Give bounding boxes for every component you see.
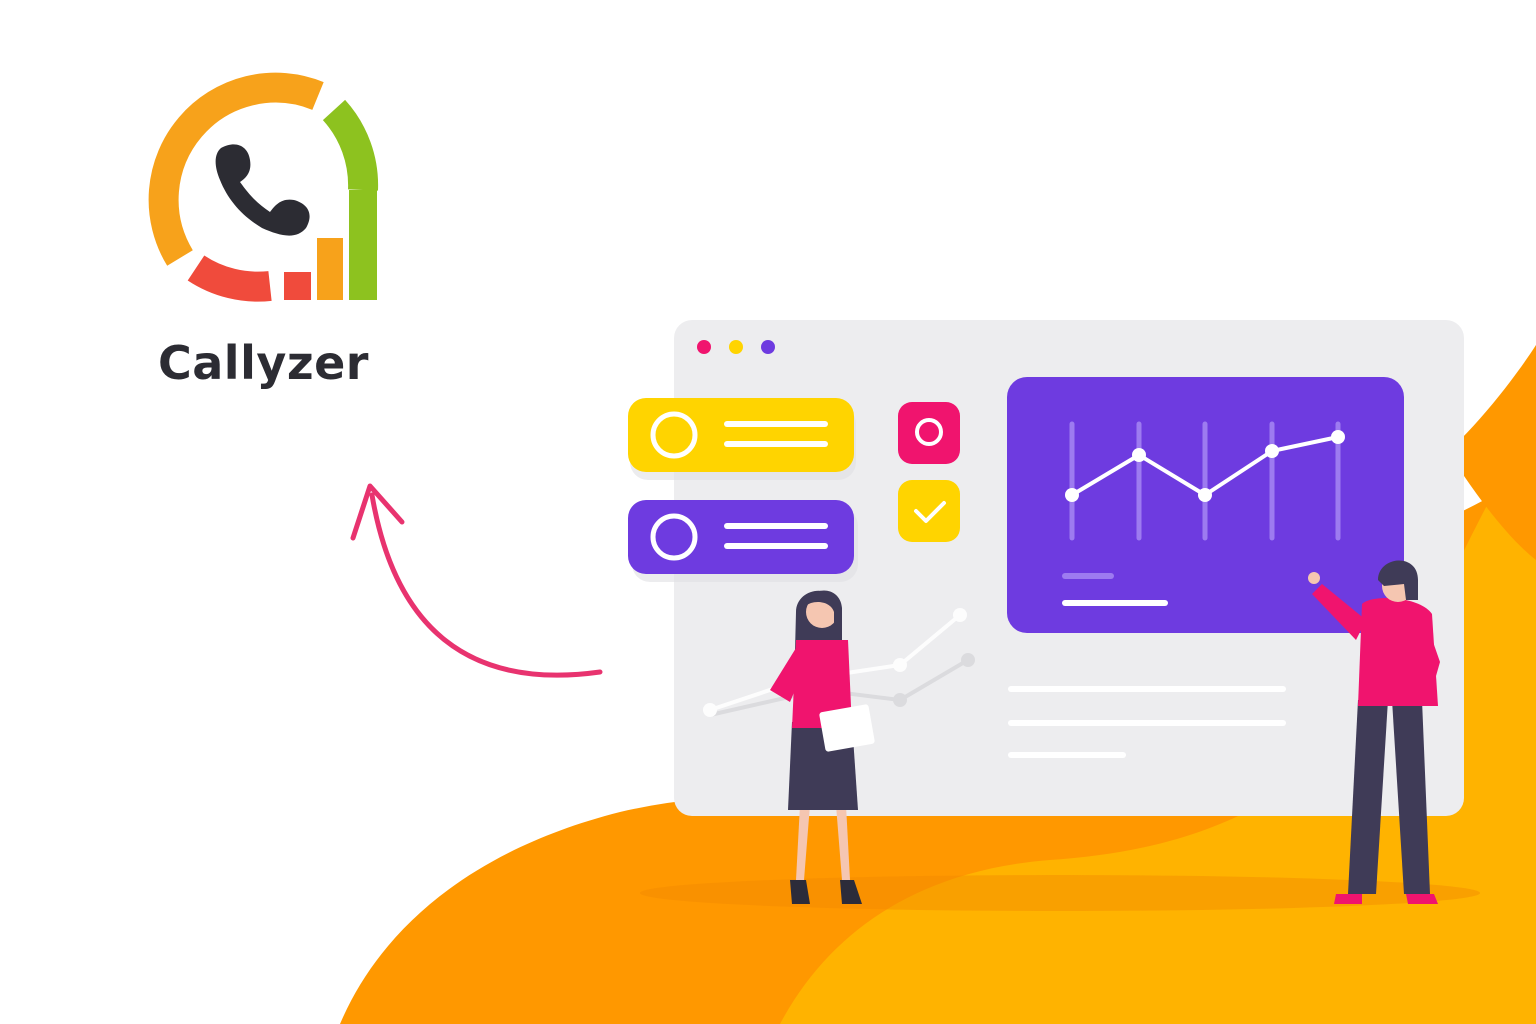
callyzer-logo <box>148 72 379 302</box>
clipboard <box>819 704 875 752</box>
logo-red-arc <box>187 255 272 302</box>
illustration-canvas <box>148 72 1536 1024</box>
brand-name: Callyzer <box>158 336 369 390</box>
logo-bar-orange <box>317 238 343 300</box>
pink-tile <box>898 402 960 464</box>
window-dot-purple <box>761 340 775 354</box>
yellow-card <box>628 398 854 472</box>
logo-green-bar <box>349 190 377 300</box>
logo-bar-red <box>284 272 311 300</box>
yellow-tile <box>898 480 960 542</box>
logo-green-arc <box>322 99 379 191</box>
window-dot-pink <box>697 340 711 354</box>
chart-card <box>1007 377 1404 633</box>
curved-arrow <box>350 483 603 678</box>
purple-card <box>628 500 854 574</box>
hero-banner: Callyzer <box>0 0 1536 1024</box>
list-card-purple <box>628 500 858 582</box>
arrow-shaft <box>369 492 603 678</box>
phone-icon <box>215 144 310 236</box>
window-dot-yellow <box>729 340 743 354</box>
list-card-yellow <box>628 398 856 480</box>
